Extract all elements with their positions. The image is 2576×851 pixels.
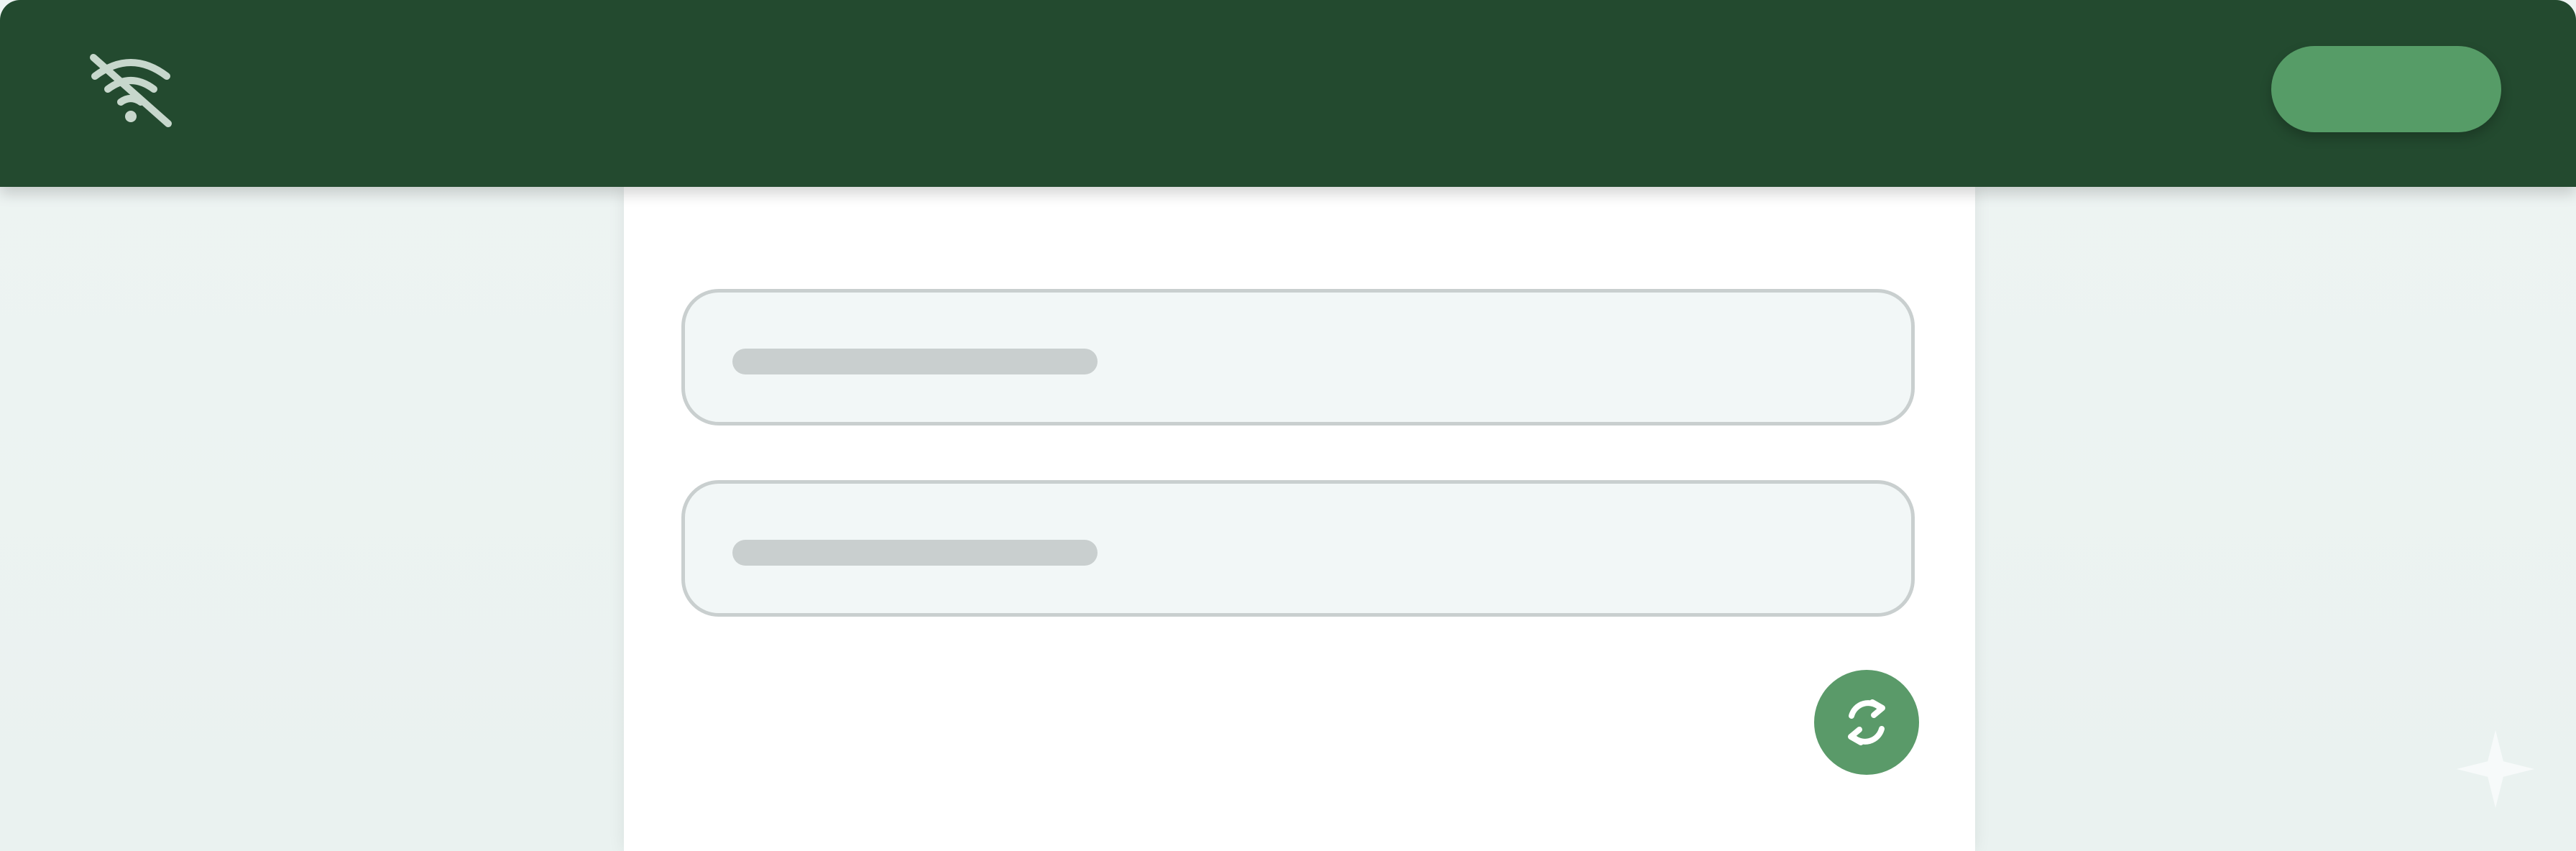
text-field-1[interactable] xyxy=(681,289,1915,426)
header-action-button[interactable] xyxy=(2271,46,2501,132)
field-2-placeholder-bar xyxy=(732,540,1098,566)
refresh-button[interactable] xyxy=(1814,670,1919,775)
center-panel xyxy=(624,187,1975,851)
top-bar xyxy=(0,0,2576,187)
refresh-icon xyxy=(1848,699,1885,745)
text-field-2[interactable] xyxy=(681,480,1915,617)
wifi-off-icon xyxy=(90,54,172,127)
app-window xyxy=(0,0,2576,851)
field-1-placeholder-bar xyxy=(732,349,1098,374)
sparkle-icon xyxy=(2457,730,2534,808)
